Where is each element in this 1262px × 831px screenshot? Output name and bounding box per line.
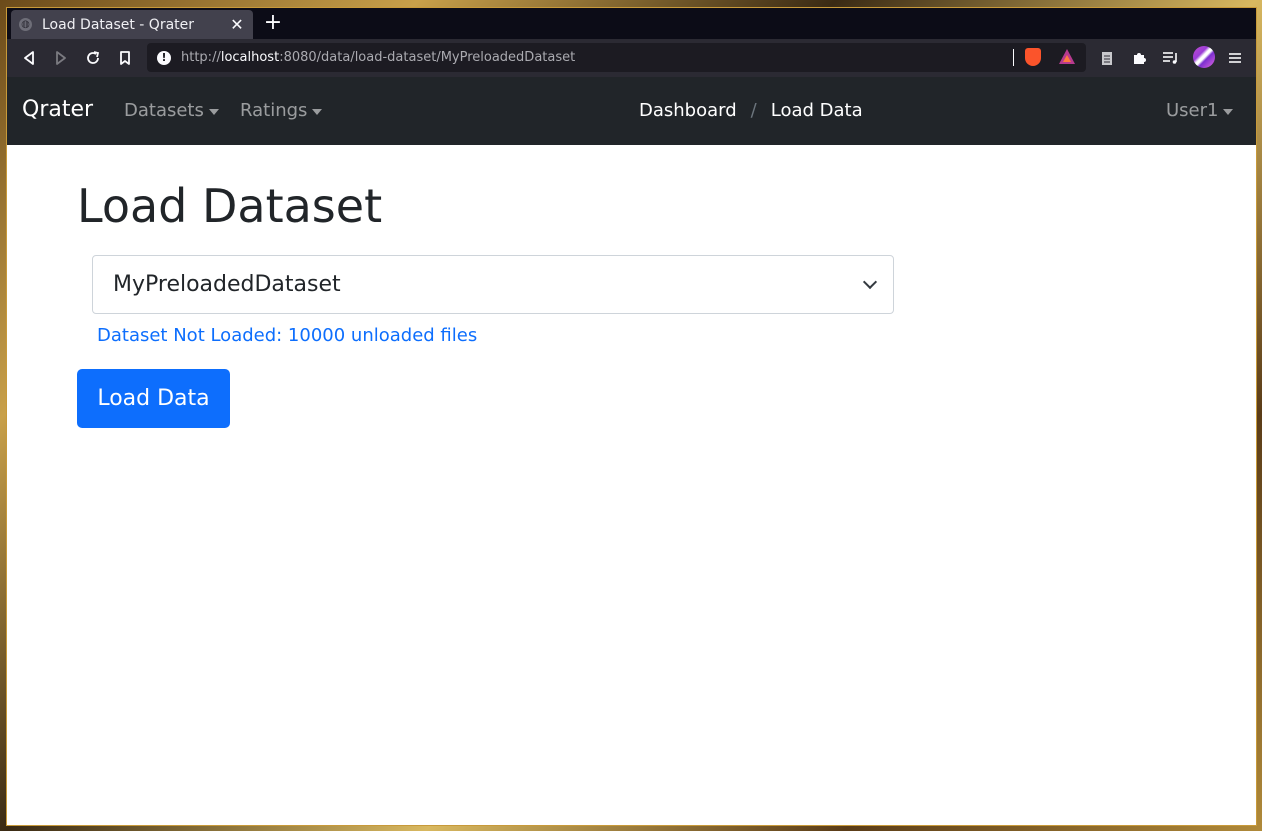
url-bar[interactable]: ! http://localhost:8080/data/load-datase…	[147, 43, 1086, 72]
ratings-dropdown[interactable]: Ratings	[240, 100, 323, 121]
dataset-select-value: MyPreloadedDataset	[113, 272, 341, 297]
forward-icon[interactable]	[49, 46, 73, 70]
caret-down-icon	[208, 108, 219, 115]
brave-shields-icon[interactable]	[1025, 48, 1041, 66]
url-path: :8080/data/load-dataset/MyPreloadedDatas…	[279, 50, 576, 65]
profile-icon[interactable]	[1193, 46, 1215, 68]
dataset-select[interactable]: MyPreloadedDataset	[92, 255, 894, 314]
url-scheme: http://	[181, 50, 221, 65]
back-icon[interactable]	[17, 46, 41, 70]
page-title: Load Dataset	[77, 179, 383, 233]
site-info-icon[interactable]: !	[157, 50, 171, 65]
chevron-down-icon	[862, 274, 878, 290]
browser-tab[interactable]: ◍ Load Dataset - Qrater ✕	[11, 10, 253, 39]
breadcrumb-current: Load Data	[770, 100, 863, 121]
breadcrumb-separator: /	[750, 100, 757, 121]
new-tab-button[interactable]: +	[261, 12, 285, 36]
load-data-button[interactable]: Load Data	[77, 369, 230, 428]
extensions-icon[interactable]	[1127, 46, 1151, 70]
tab-title: Load Dataset - Qrater	[42, 16, 195, 33]
breadcrumb-dashboard[interactable]: Dashboard	[639, 100, 737, 121]
reader-view-icon[interactable]	[1095, 46, 1119, 70]
app-navbar: Qrater Datasets Ratings Dashboard / Load…	[7, 77, 1256, 145]
ratings-label: Ratings	[240, 100, 308, 121]
menu-icon[interactable]	[1223, 46, 1247, 70]
dataset-status: Dataset Not Loaded: 10000 unloaded files	[97, 325, 478, 346]
url-host: localhost	[220, 50, 280, 65]
caret-down-icon	[312, 108, 323, 115]
reload-icon[interactable]	[81, 46, 105, 70]
browser-window: ◍ Load Dataset - Qrater ✕ + ! http://loc…	[6, 7, 1257, 826]
user-dropdown[interactable]: User1	[1166, 100, 1234, 121]
brave-rewards-inner-icon	[1063, 55, 1071, 62]
media-icon[interactable]	[1159, 46, 1183, 70]
tab-bar: ◍ Load Dataset - Qrater ✕ +	[7, 8, 1256, 39]
browser-toolbar: ! http://localhost:8080/data/load-datase…	[7, 39, 1256, 77]
datasets-label: Datasets	[124, 100, 204, 121]
close-tab-icon[interactable]: ✕	[229, 15, 245, 34]
brand-link[interactable]: Qrater	[22, 97, 93, 122]
user-label: User1	[1166, 100, 1219, 121]
url-divider	[1013, 49, 1014, 66]
caret-down-icon	[1223, 108, 1234, 115]
globe-icon: ◍	[19, 18, 32, 31]
breadcrumb: Dashboard / Load Data	[639, 100, 863, 121]
bookmark-icon[interactable]	[113, 46, 137, 70]
datasets-dropdown[interactable]: Datasets	[124, 100, 219, 121]
